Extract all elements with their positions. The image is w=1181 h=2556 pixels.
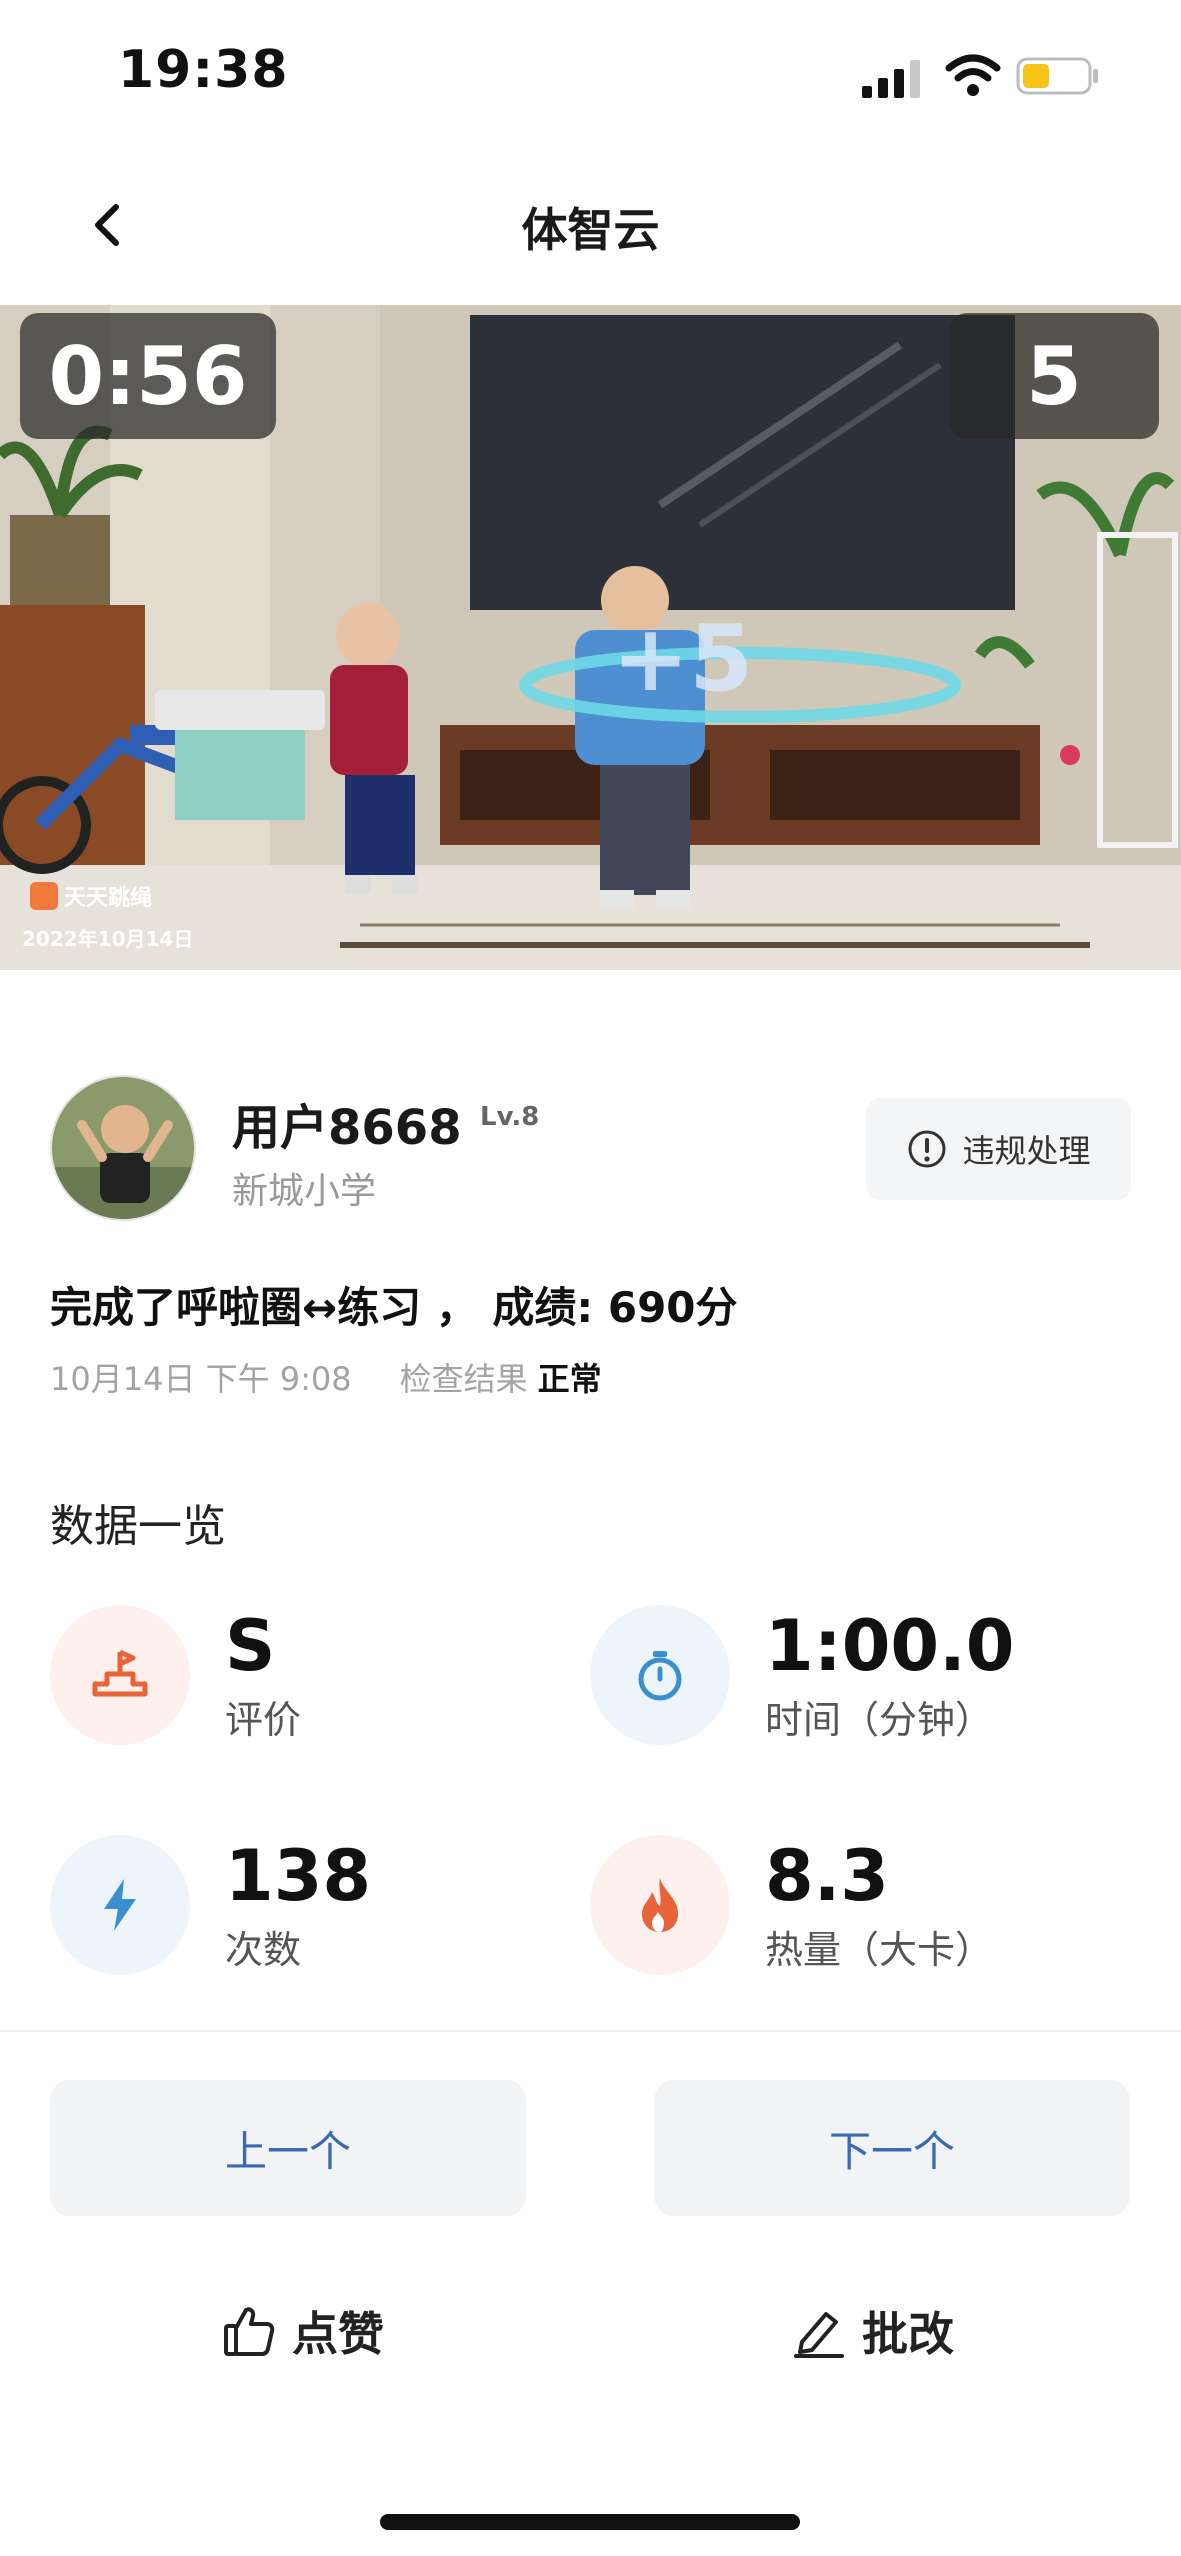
lightning-icon <box>104 1879 136 1931</box>
podium-icon <box>92 1649 148 1697</box>
username: 用户8668 <box>232 1100 462 1156</box>
timer-badge: 0:56 <box>20 313 276 439</box>
status-time: 19:38 <box>118 40 289 100</box>
review-label: 批改 <box>862 2307 954 2361</box>
stat-calories: 8.3 热量（大卡） <box>590 1835 1090 1985</box>
pencil-icon <box>794 2312 844 2358</box>
watermark-brand: 天天跳绳 <box>30 880 152 912</box>
stat-count-value: 138 <box>225 1835 372 1917</box>
report-violation-button[interactable]: 违规处理 <box>866 1098 1131 1200</box>
report-violation-label: 违规处理 <box>962 1132 1091 1170</box>
app-logo-icon <box>30 882 58 910</box>
signal-icon <box>862 60 920 98</box>
stat-icon-wrapper <box>590 1835 730 1975</box>
previous-button[interactable]: 上一个 <box>50 2080 526 2216</box>
count-badge: 5 <box>949 313 1159 439</box>
stat-icon-wrapper <box>590 1605 730 1745</box>
flame-icon <box>642 1878 678 1932</box>
record-meta: 10月14日 下午 9:08 检查结果 正常 <box>50 1354 602 1400</box>
watermark-brand-label: 天天跳绳 <box>64 886 153 911</box>
stat-duration-label: 时间（分钟） <box>765 1698 994 1742</box>
plus-score-overlay: +5 <box>612 605 754 712</box>
stat-rating-value: S <box>225 1605 276 1687</box>
data-overview-title: 数据一览 <box>50 1501 226 1552</box>
video-player[interactable]: 0:56 5 +5 天天跳绳 2022年10月14日 <box>0 305 1181 970</box>
stat-duration-value: 1:00.0 <box>765 1605 1015 1687</box>
nav-bar: 体智云 <box>0 160 1181 290</box>
stat-count-label: 次数 <box>225 1928 302 1972</box>
school-name: 新城小学 <box>232 1171 377 1212</box>
stat-duration: 1:00.0 时间（分钟） <box>590 1605 1090 1755</box>
home-indicator[interactable] <box>380 2514 800 2530</box>
stopwatch-icon <box>638 1651 682 1701</box>
battery-icon <box>1016 57 1098 95</box>
divider <box>0 2030 1181 2032</box>
status-bar: 19:38 <box>0 0 1181 150</box>
review-button[interactable]: 批改 <box>792 2298 954 2364</box>
like-button[interactable]: 点赞 <box>222 2298 384 2364</box>
warning-icon <box>908 1130 946 1168</box>
check-result-label: 检查结果 <box>399 1360 528 1398</box>
stat-rating: S 评价 <box>50 1605 550 1755</box>
watermark-date: 2022年10月14日 <box>22 927 194 951</box>
stat-calories-value: 8.3 <box>765 1835 890 1917</box>
thumbs-up-icon <box>224 2307 275 2356</box>
stat-calories-label: 热量（大卡） <box>765 1928 994 1972</box>
record-title: 完成了呼啦圈↔练习 ， 成绩: 690分 <box>50 1283 738 1332</box>
avatar[interactable] <box>50 1075 196 1221</box>
stat-icon-wrapper <box>50 1835 190 1975</box>
stat-icon-wrapper <box>50 1605 190 1745</box>
wifi-icon <box>945 54 1001 96</box>
page-title: 体智云 <box>521 203 660 257</box>
next-button[interactable]: 下一个 <box>654 2080 1130 2216</box>
record-time: 10月14日 下午 9:08 <box>50 1360 352 1398</box>
check-result-value: 正常 <box>537 1360 602 1398</box>
avatar-image <box>52 1077 194 1219</box>
stat-rating-label: 评价 <box>225 1698 302 1742</box>
like-label: 点赞 <box>292 2307 384 2361</box>
level-badge: Lv.8 <box>480 1102 540 1132</box>
stat-count: 138 次数 <box>50 1835 550 1985</box>
